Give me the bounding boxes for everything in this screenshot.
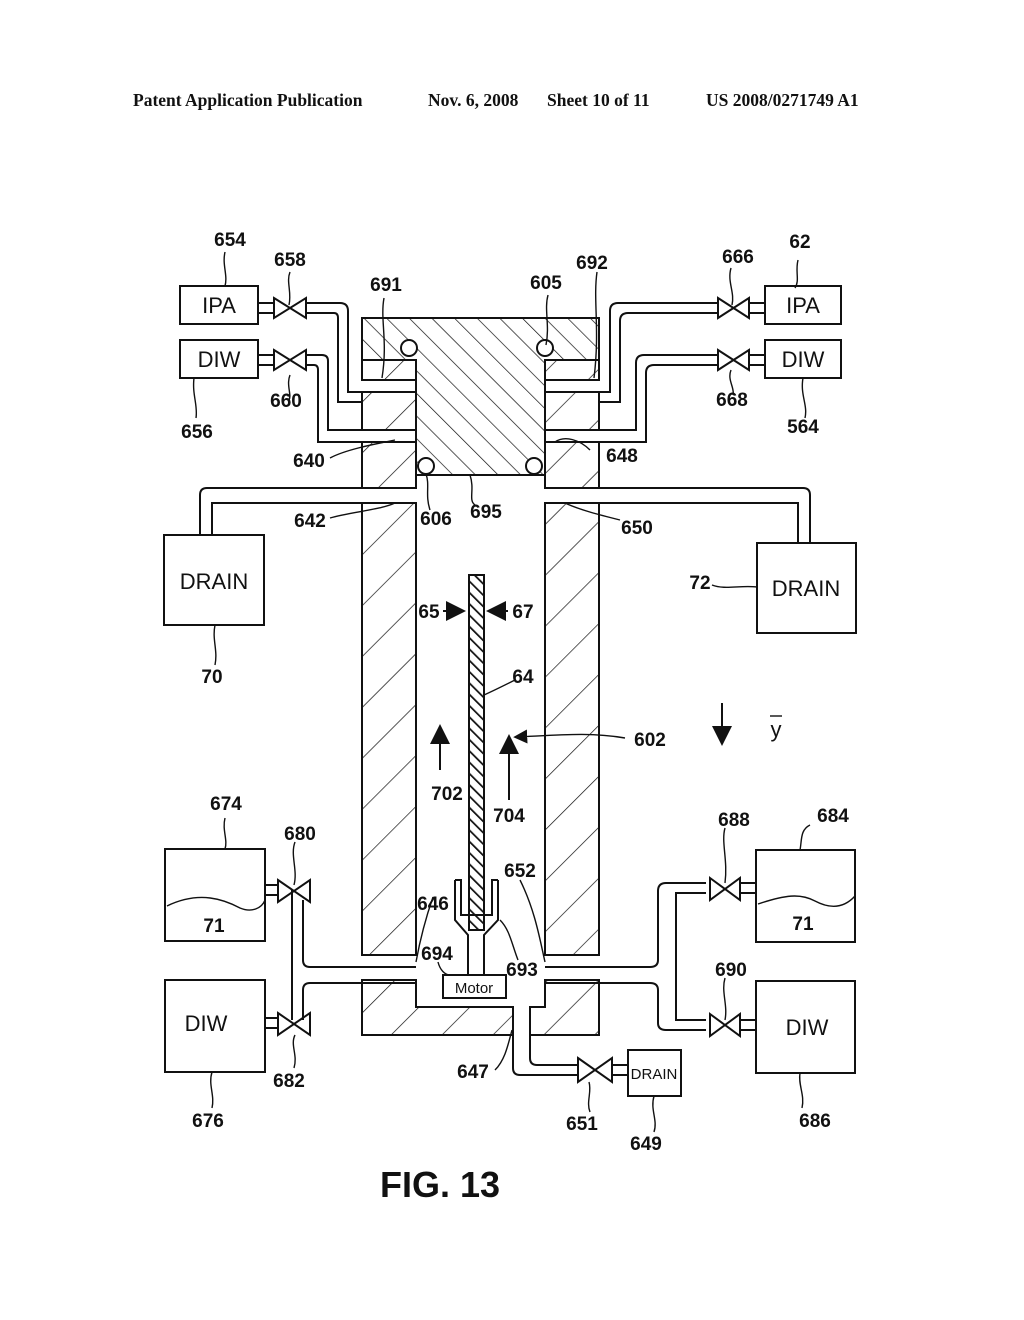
tank-674-liquid-label: 71	[203, 916, 225, 937]
wafer-64	[468, 574, 485, 931]
ipa-supply-62-label: IPA	[786, 293, 820, 318]
right-wall-segment-2	[544, 441, 600, 489]
diw-supply-686-label: DIW	[786, 1015, 829, 1040]
valve-668	[717, 348, 750, 372]
ref-649: 649	[630, 1134, 662, 1155]
ref-704: 704	[493, 806, 525, 827]
diw-supply-656-label: DIW	[198, 347, 241, 372]
ref-72: 72	[689, 573, 710, 594]
ref-652: 652	[504, 861, 536, 882]
ref-686: 686	[799, 1111, 831, 1132]
ref-656: 656	[181, 422, 213, 443]
ref-651: 651	[566, 1114, 598, 1135]
right-upper-seal-block	[544, 359, 600, 381]
ref-682: 682	[273, 1071, 305, 1092]
o-ring-691	[400, 339, 418, 357]
ref-606: 606	[420, 509, 452, 530]
ref-70: 70	[201, 667, 222, 688]
right-wall-main	[544, 502, 600, 956]
ref-658: 658	[274, 250, 306, 271]
ref-690: 690	[715, 960, 747, 981]
ref-692: 692	[576, 253, 608, 274]
ref-668: 668	[716, 390, 748, 411]
ref-695: 695	[470, 502, 502, 523]
ref-647: 647	[457, 1062, 489, 1083]
valve-660	[273, 348, 307, 372]
left-wall-main	[361, 502, 417, 956]
valve-682	[277, 1011, 311, 1037]
ref-702: 702	[431, 784, 463, 805]
valve-651	[577, 1056, 613, 1084]
o-ring-606	[417, 457, 435, 475]
ref-674: 674	[210, 794, 242, 815]
y-direction-label: y	[771, 717, 782, 742]
left-upper-seal-block	[361, 359, 417, 381]
ref-666: 666	[722, 247, 754, 268]
drain-72-label: DRAIN	[772, 576, 840, 601]
ref-67: 67	[512, 602, 533, 623]
ref-680: 680	[284, 824, 316, 845]
ref-691: 691	[370, 275, 402, 296]
ref-646: 646	[417, 894, 449, 915]
diw-supply-564-label: DIW	[782, 347, 825, 372]
diw-supply-676-label: DIW	[185, 1011, 228, 1036]
o-ring-606b	[525, 457, 543, 475]
ipa-supply-654-label: IPA	[202, 293, 236, 318]
o-ring-605	[536, 339, 554, 357]
ref-688: 688	[718, 810, 750, 831]
ref-64: 64	[512, 667, 534, 688]
ref-605: 605	[530, 273, 562, 294]
drain-70-label: DRAIN	[180, 569, 248, 594]
figure-caption: FIG. 13	[380, 1164, 500, 1205]
ref-654: 654	[214, 230, 246, 251]
ref-693: 693	[506, 960, 538, 981]
ref-650: 650	[621, 518, 653, 539]
fig13-diagram: Motor IPA DIW IPA DIW DRAIN DRAIN 71 DIW…	[163, 230, 857, 1205]
ref-62: 62	[789, 232, 810, 253]
right-bottom-wall	[529, 979, 600, 1036]
right-wall-segment-1	[544, 391, 600, 431]
drain-649-label: DRAIN	[631, 1066, 678, 1083]
ref-65: 65	[418, 602, 440, 623]
ref-684: 684	[817, 806, 849, 827]
ref-564: 564	[787, 417, 819, 438]
left-wall-segment-1	[361, 391, 417, 431]
ref-602: 602	[634, 730, 666, 751]
valve-666	[717, 296, 750, 320]
ref-694: 694	[421, 944, 453, 965]
ref-642: 642	[294, 511, 326, 532]
ref-640: 640	[293, 451, 325, 472]
ref-648: 648	[606, 446, 638, 467]
left-wall-segment-2	[361, 441, 417, 489]
tank-684-liquid-label: 71	[792, 914, 814, 935]
motor-label: Motor	[455, 980, 493, 997]
ref-660: 660	[270, 391, 302, 412]
ref-676: 676	[192, 1111, 224, 1132]
